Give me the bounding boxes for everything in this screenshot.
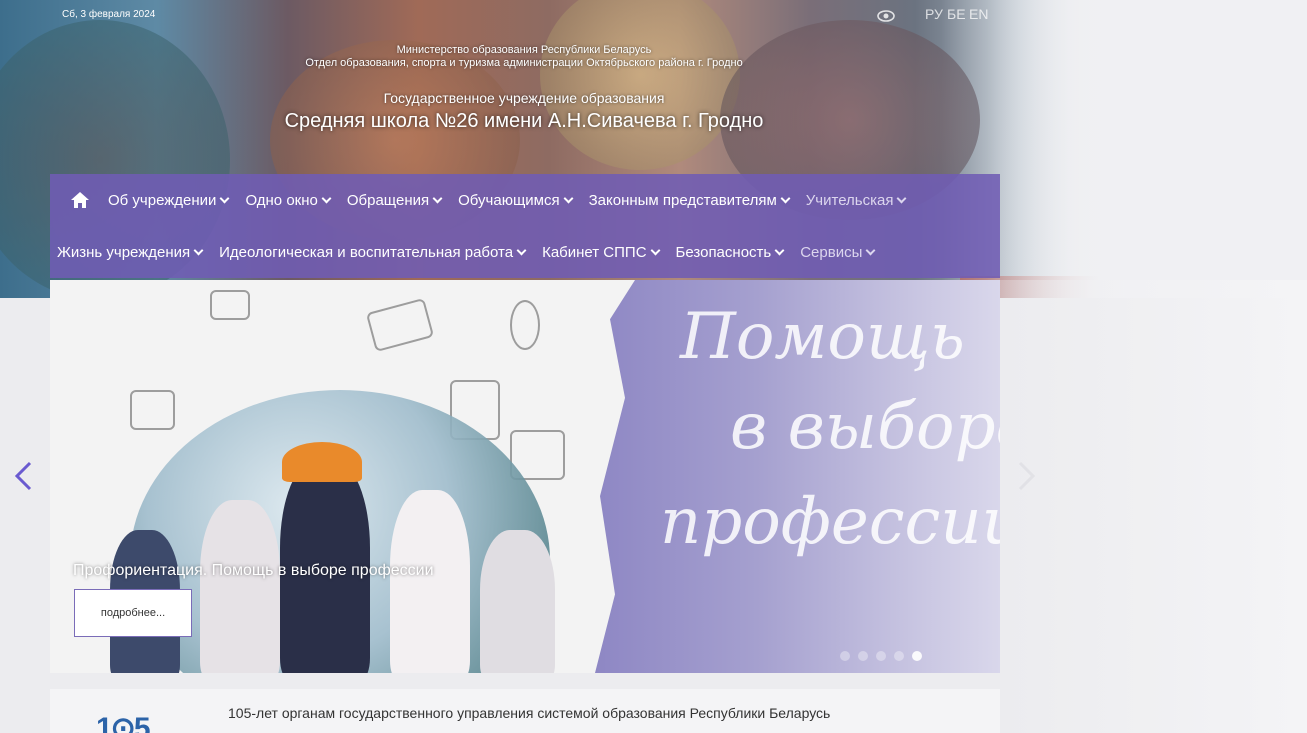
lang-en[interactable]: EN <box>969 6 988 22</box>
school-name[interactable]: Средняя школа №26 имени А.Н.Сивачева г. … <box>250 110 798 133</box>
slide-script-line-2: в выборе <box>730 390 1000 464</box>
slider-dot-3[interactable] <box>876 651 886 661</box>
nav-students[interactable]: Обучающимся <box>458 191 574 209</box>
nav-appeals[interactable]: Обращения <box>346 191 443 209</box>
nav-ideology[interactable]: Идеологическая и воспитательная работа <box>219 243 527 261</box>
sketch-laptop <box>365 297 435 353</box>
kid-figure-4 <box>390 490 470 673</box>
slide-caption: Профориентация. Помощь в выборе професси… <box>73 562 434 579</box>
chevron-down-icon <box>193 245 204 255</box>
nav-spps[interactable]: Кабинет СППС <box>542 243 660 261</box>
nav-services-label: Сервисы <box>800 243 863 261</box>
accessibility-eye-icon[interactable] <box>877 9 895 23</box>
nav-safety-label: Безопасность <box>675 243 772 261</box>
news-card[interactable]: 1⊙5 105-лет органам государственного упр… <box>50 689 1000 733</box>
chevron-down-icon <box>432 193 443 203</box>
slide-script-line-3: профессии <box>660 485 1000 559</box>
nav-about-label: Об учреждении <box>108 191 217 209</box>
header-fade <box>987 0 1307 298</box>
nav-one-window[interactable]: Одно окно <box>245 191 332 209</box>
chevron-down-icon <box>865 245 876 255</box>
institution-type: Государственное учреждение образования <box>383 90 665 106</box>
chevron-down-icon <box>219 193 230 203</box>
nav-row-1: Об учреждении Одно окно Обращения Обучаю… <box>50 174 922 226</box>
chevron-down-icon <box>780 193 791 203</box>
slider-dots <box>840 651 922 661</box>
nav-spps-label: Кабинет СППС <box>542 243 647 261</box>
nav-parents-label: Законным представителям <box>588 191 777 209</box>
header-photo-balloons <box>540 0 740 170</box>
nav-parents[interactable]: Законным представителям <box>588 191 791 209</box>
chevron-down-icon <box>563 193 574 203</box>
hero-slider[interactable]: Помощь в выборе профессии Профориентация… <box>50 280 1000 673</box>
slider-dot-1[interactable] <box>840 651 850 661</box>
nav-students-label: Обучающимся <box>458 191 560 209</box>
main-navigation: Об учреждении Одно окно Обращения Обучаю… <box>50 174 1000 278</box>
nav-about[interactable]: Об учреждении <box>108 191 230 209</box>
nav-one-window-label: Одно окно <box>245 191 318 209</box>
nav-row-2: Жизнь учреждения Идеологическая и воспит… <box>50 226 891 278</box>
nav-appeals-label: Обращения <box>346 191 430 209</box>
sketch-camera <box>210 290 250 320</box>
kid-figure-hardhat <box>282 442 362 482</box>
news-title[interactable]: 105-лет органам государственного управле… <box>228 705 830 721</box>
slider-dot-4[interactable] <box>894 651 904 661</box>
lang-be[interactable]: БЕ <box>947 6 966 22</box>
nav-teachers-label: Учительская <box>805 191 894 209</box>
current-date: Сб, 3 февраля 2024 <box>62 9 156 20</box>
chevron-down-icon <box>321 193 332 203</box>
nav-ideology-label: Идеологическая и воспитательная работа <box>219 243 514 261</box>
kid-figure-5 <box>480 530 555 673</box>
chevron-down-icon <box>650 245 660 255</box>
slider-dot-2[interactable] <box>858 651 868 661</box>
slider-prev-arrow-icon[interactable] <box>12 460 34 492</box>
more-button[interactable]: подробнее... <box>74 589 192 637</box>
nav-school-life-label: Жизнь учреждения <box>57 243 191 261</box>
slide-script-line-1: Помощь <box>680 300 965 374</box>
chevron-down-icon <box>897 193 907 203</box>
home-icon[interactable] <box>70 191 90 209</box>
kid-figure-2 <box>200 500 280 673</box>
nav-services[interactable]: Сервисы <box>800 243 876 261</box>
ministry-line-1: Министерство образования Республики Бела… <box>396 44 652 56</box>
nav-teachers[interactable]: Учительская <box>805 191 907 209</box>
sketch-house <box>130 390 175 430</box>
chevron-down-icon <box>774 245 785 255</box>
nav-safety[interactable]: Безопасность <box>675 243 785 261</box>
news-logo: 1⊙5 <box>96 712 150 733</box>
sketch-bulb <box>510 300 540 350</box>
chevron-down-icon <box>516 245 527 255</box>
lang-ru[interactable]: РУ <box>925 6 943 22</box>
slider-dot-5[interactable] <box>912 651 922 661</box>
ministry-line-2: Отдел образования, спорта и туризма адми… <box>305 57 743 69</box>
right-fade <box>1000 280 1307 733</box>
nav-school-life[interactable]: Жизнь учреждения <box>57 243 204 261</box>
